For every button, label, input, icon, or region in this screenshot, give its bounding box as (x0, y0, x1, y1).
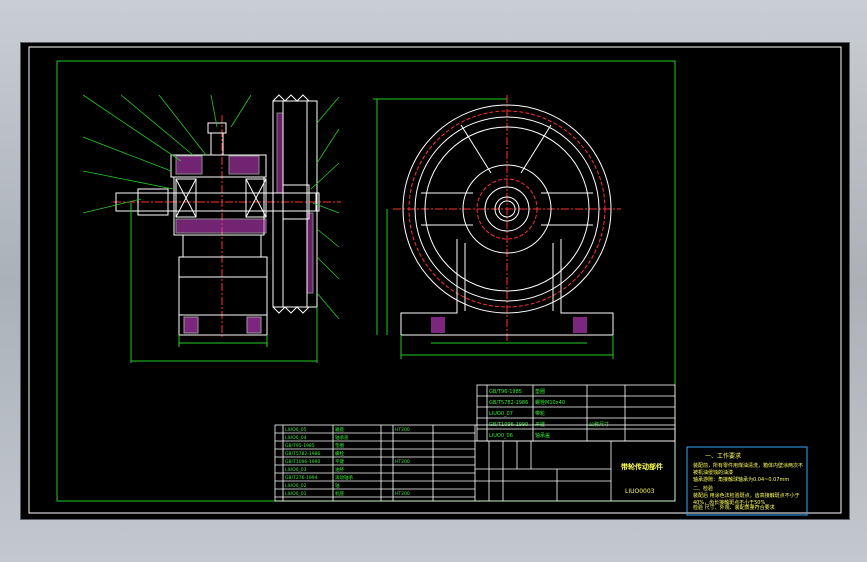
svg-text:油杯: 油杯 (335, 466, 344, 473)
svg-text:轴承盖: 轴承盖 (335, 434, 349, 441)
svg-text:平键: 平键 (335, 458, 344, 465)
drawing-sheet: GB/T96-1985 GB/T5782-1986 LIUO0_07 GB/T1… (28, 46, 842, 516)
drawing-number: LIUO0003 (625, 488, 655, 495)
svg-text:箱座: 箱座 (335, 426, 344, 433)
svg-text:HT200: HT200 (395, 427, 410, 433)
svg-text:轴承盖: 轴承盖 (535, 432, 550, 439)
svg-text:HT200: HT200 (395, 459, 410, 465)
svg-text:螺栓M10x40: 螺栓M10x40 (535, 399, 565, 406)
cad-drawing-viewport[interactable]: GB/T96-1985 GB/T5782-1986 LIUO0_07 GB/T1… (20, 42, 850, 520)
parts-list-lower-text: LIUO0_05 LIUO0_04 GB/T95-1985 GB/T5782-1… (285, 426, 410, 497)
svg-text:LIUO0_01: LIUO0_01 (285, 491, 307, 497)
tech-notes-heading: 一、工作要求 (705, 453, 742, 460)
svg-text:LIUO0_03: LIUO0_03 (285, 467, 307, 473)
tech-note-line-2: 轴承游隙：角接触球轴承为0.04~0.07mm (693, 477, 790, 483)
svg-text:LIUO0_07: LIUO0_07 (489, 411, 513, 417)
svg-text:GB/T5782-1986: GB/T5782-1986 (285, 451, 321, 457)
svg-text:LIUO0_05: LIUO0_05 (285, 427, 307, 433)
svg-text:HT200: HT200 (395, 491, 410, 497)
svg-text:机座: 机座 (335, 490, 344, 497)
svg-text:GB/T95-1985: GB/T95-1985 (285, 443, 315, 449)
front-view (373, 95, 621, 359)
svg-text:垫圈: 垫圈 (535, 388, 545, 395)
svg-text:垫圈: 垫圈 (335, 442, 344, 449)
section-view (113, 94, 341, 363)
svg-text:平键: 平键 (535, 421, 545, 428)
svg-text:LIUO0_04: LIUO0_04 (285, 435, 307, 441)
tech-note-line-3: 二、检验 (693, 486, 714, 492)
drawing-title: 带轮传动部件 (621, 462, 663, 471)
svg-text:GB/T1096-1990: GB/T1096-1990 (285, 459, 321, 465)
svg-text:螺栓: 螺栓 (335, 450, 344, 457)
svg-text:公称尺寸: 公称尺寸 (589, 421, 609, 428)
tech-note-line-1: 装配前，所有零件用煤油清洗，箱体内壁涂两次不被机油侵蚀的油漆 (693, 463, 804, 476)
svg-text:GB/T276-1994: GB/T276-1994 (285, 475, 318, 481)
balloon-leaders (82, 94, 340, 320)
svg-text:LIUO0_02: LIUO0_02 (285, 483, 307, 489)
svg-text:带轮: 带轮 (535, 410, 545, 417)
svg-text:滚动轴承: 滚动轴承 (335, 474, 353, 481)
tech-note-line-5: 检验 尺寸、外观、装配质量符合要求 (693, 505, 775, 511)
svg-text:LIUO0_06: LIUO0_06 (489, 433, 513, 439)
svg-text:轴: 轴 (335, 482, 340, 489)
sheet-frame (28, 46, 842, 514)
svg-text:GB/T96-1985: GB/T96-1985 (489, 389, 522, 395)
svg-text:GB/T5782-1986: GB/T5782-1986 (489, 400, 528, 406)
